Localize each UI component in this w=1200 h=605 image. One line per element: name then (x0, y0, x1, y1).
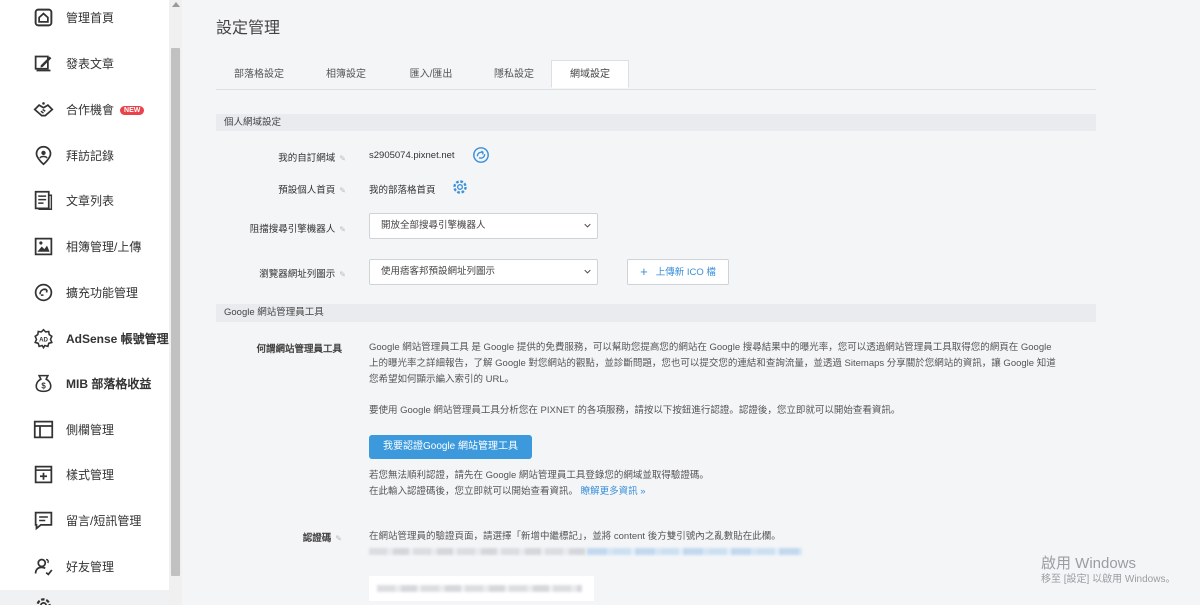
refresh-domain-icon[interactable] (472, 146, 490, 164)
sidebar-item-new-post[interactable]: 發表文章 (0, 43, 169, 83)
page-title: 設定管理 (216, 20, 281, 37)
default-home-label: 預設個人首頁 ✎ (278, 185, 346, 196)
windows-activation-subtitle: 移至 [設定] 以啟用 Windows。 (1041, 574, 1176, 585)
custom-domain-value: s2905074.pixnet.net (369, 150, 455, 161)
favicon-select[interactable]: 使用痞客邦預設網址列圖示 (369, 259, 598, 285)
redacted-meta-tag (369, 548, 587, 555)
settings-tabs: 部落格設定 相簿設定 匯入/匯出 隱私設定 網域設定 (216, 60, 1096, 90)
sidebar-item-label: 相簿管理/上傳 (66, 239, 142, 254)
section-google-webmaster: Google 網站管理員工具 (216, 304, 1096, 322)
sidebar-scrollbar[interactable] (169, 0, 182, 605)
sidebar-item-label: 發表文章 (66, 56, 115, 71)
image-icon (32, 235, 54, 257)
sidebar-item-label: 好友管理 (66, 559, 115, 574)
webmaster-usage-text: 要使用 Google 網站管理員工具分析您在 PIXNET 的各項服務，請按以下… (369, 405, 901, 416)
sidebar-item-label: 樣式管理 (66, 467, 115, 482)
document-list-icon (32, 189, 54, 211)
section-personal-domain: 個人網域設定 (216, 114, 1096, 131)
tab-import-export[interactable]: 匯入/匯出 (392, 61, 470, 89)
favicon-selected: 使用痞客邦預設網址列圖示 (381, 266, 496, 277)
plugin-icon (32, 281, 54, 303)
sidebar: 管理首頁 發表文章 合作機會 NEW 拜訪記錄 文章列表 相簿管理/上傳 擴充功… (0, 0, 182, 605)
chevron-down-icon (584, 269, 591, 274)
adsense-icon: AD (32, 327, 54, 349)
sidebar-item-friends[interactable]: 好友管理 (0, 546, 169, 586)
sidebar-scroll-thumb[interactable] (171, 48, 180, 576)
sidebar-item-label: 擴充功能管理 (66, 285, 139, 300)
main-content: 設定管理 部落格設定 相簿設定 匯入/匯出 隱私設定 網域設定 個人網域設定 我… (182, 0, 1200, 605)
sidebar-item-label: 側欄管理 (66, 422, 115, 437)
pencil-icon: ✎ (339, 225, 346, 234)
sidebar-item-label: 管理首頁 (66, 10, 115, 25)
sidebar-item-adsense[interactable]: AD AdSense 帳號管理 (0, 318, 169, 358)
tab-blog-settings[interactable]: 部落格設定 (216, 61, 302, 89)
block-robots-select[interactable]: 開放全部搜尋引擎機器人 (369, 213, 598, 239)
svg-text:AD: AD (39, 336, 48, 343)
pencil-icon: ✎ (339, 186, 346, 195)
favicon-label: 瀏覽器網址列圖示 ✎ (259, 269, 346, 280)
upload-ico-button[interactable]: + 上傳新 ICO 檔 (627, 259, 729, 285)
tab-album-settings[interactable]: 相簿設定 (306, 61, 386, 89)
sidebar-item-cooperation[interactable]: 合作機會 NEW (0, 89, 169, 129)
friends-icon (32, 555, 54, 577)
sidebar-item-messages[interactable]: 留言/短訊管理 (0, 500, 169, 540)
default-home-value: 我的部落格首頁 (369, 185, 436, 196)
style-add-icon (32, 463, 54, 485)
sidebar-item-plugins[interactable]: 擴充功能管理 (0, 272, 169, 312)
sidebar-item-more[interactable] (0, 590, 169, 605)
redacted-code-value (377, 585, 582, 592)
learn-more-link[interactable]: 瞭解更多資訊 » (581, 486, 646, 497)
sidebar-item-mib[interactable]: $ MIB 部落格收益 (0, 363, 169, 403)
verify-google-button[interactable]: 我要認證Google 網站管理工具 (369, 435, 532, 459)
location-person-icon (32, 144, 54, 166)
what-is-webmaster-label: 何謂網站管理員工具 (256, 344, 342, 355)
verification-code-help: 在網站管理員的驗證頁面，請選擇「新增中繼標記」，並將 content 後方雙引號… (369, 531, 781, 542)
new-badge: NEW (120, 105, 145, 115)
tab-domain-settings[interactable]: 網域設定 (551, 60, 629, 88)
custom-domain-label: 我的自訂網域 ✎ (278, 153, 346, 164)
sidebar-item-label: 合作機會 NEW (66, 101, 145, 118)
block-robots-label: 阻擋搜尋引擎機器人 ✎ (249, 224, 346, 235)
edit-icon (32, 52, 54, 74)
block-robots-selected: 開放全部搜尋引擎機器人 (381, 220, 486, 231)
verification-code-input[interactable] (369, 576, 594, 601)
sidebar-item-label: 拜訪記錄 (66, 148, 115, 163)
revenue-icon: $ (32, 372, 54, 394)
webmaster-description: Google 網站管理員工具 是 Google 提供的免費服務，可以幫助您提高您… (369, 342, 1056, 385)
sidebar-item-visits[interactable]: 拜訪記錄 (0, 135, 169, 175)
gear-icon[interactable] (451, 178, 469, 196)
sidebar-item-styles[interactable]: 樣式管理 (0, 454, 169, 494)
gear-icon (32, 594, 54, 605)
sidebar-item-label: 文章列表 (66, 193, 115, 208)
tab-privacy-settings[interactable]: 隱私設定 (474, 61, 554, 89)
pencil-icon: ✎ (339, 270, 346, 279)
sidebar-item-albums[interactable]: 相簿管理/上傳 (0, 226, 169, 266)
verify-fail-note: 若您無法順利認證，請先在 Google 網站管理員工具登錄您的網域並取得驗證碼。… (369, 470, 709, 497)
sidebar-item-label: AdSense 帳號管理 (66, 331, 169, 346)
sidebar-item-sidebar-layout[interactable]: 側欄管理 (0, 409, 169, 449)
plus-icon: + (640, 264, 648, 279)
verification-code-label: 認證碼 ✎ (302, 533, 342, 544)
sidebar-layout-icon (32, 418, 54, 440)
pencil-icon: ✎ (335, 534, 342, 543)
sidebar-item-label: MIB 部落格收益 (66, 376, 152, 391)
sidebar-item-articles[interactable]: 文章列表 (0, 180, 169, 220)
scroll-up-arrow-icon[interactable] (172, 2, 180, 7)
svg-text:$: $ (41, 381, 46, 390)
sidebar-item-label: 留言/短訊管理 (66, 513, 142, 528)
sidebar-item-dashboard[interactable]: 管理首頁 (0, 0, 169, 37)
handshake-icon (32, 98, 54, 120)
chevron-down-icon (584, 223, 591, 228)
redacted-meta-tag-highlight (587, 548, 802, 555)
message-icon (32, 509, 54, 531)
home-icon (32, 6, 54, 28)
pencil-icon: ✎ (339, 154, 346, 163)
